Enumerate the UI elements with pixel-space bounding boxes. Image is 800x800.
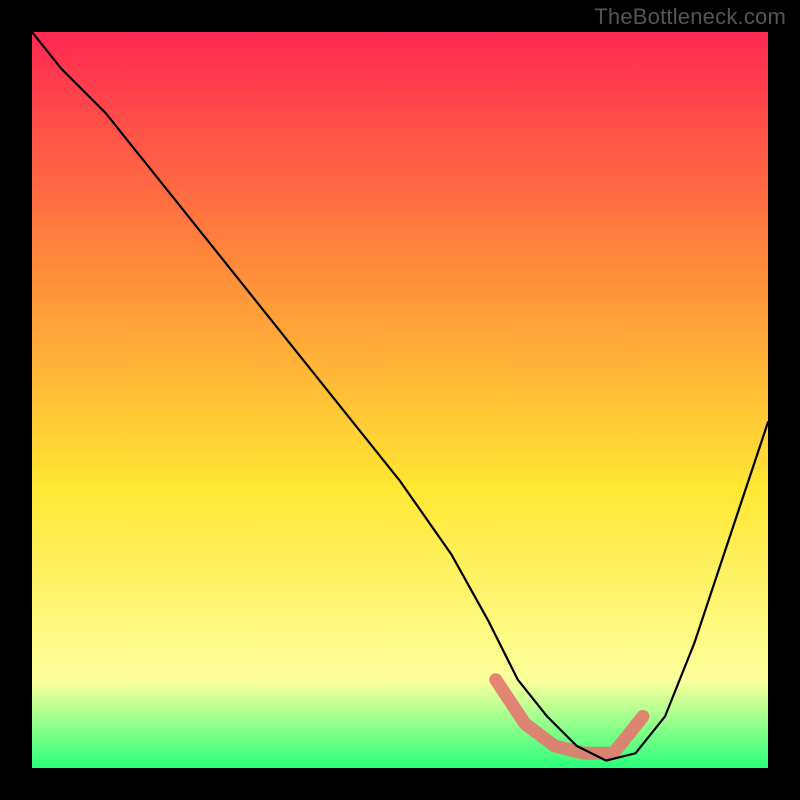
plot-svg — [32, 32, 768, 768]
watermark-label: TheBottleneck.com — [594, 4, 786, 30]
gradient-background — [32, 32, 768, 768]
bottleneck-plot — [32, 32, 768, 768]
chart-frame: TheBottleneck.com — [0, 0, 800, 800]
